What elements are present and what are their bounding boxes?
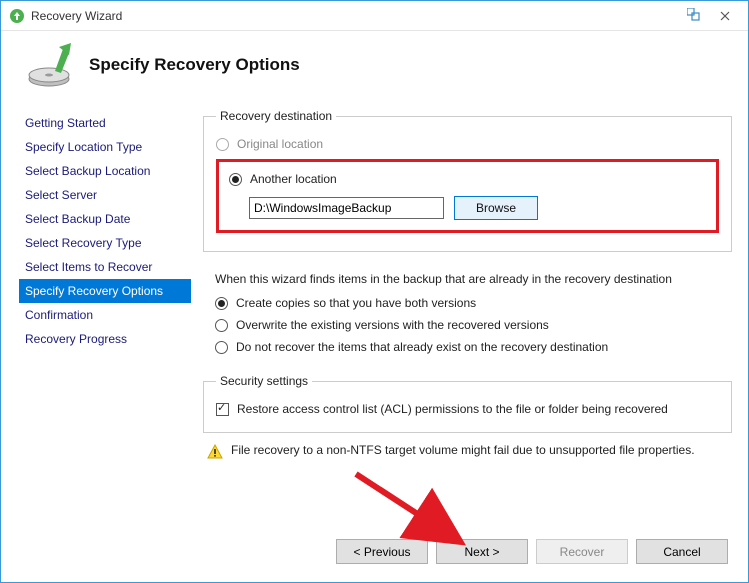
radio-label: Overwrite the existing versions with the… [236,318,549,332]
wizard-titlebar-icon [9,8,25,24]
wizard-main: Recovery destination Original location A… [191,105,732,525]
radio-icon [216,138,229,151]
another-location-highlight: Another location Browse [216,159,719,233]
checkbox-label: Restore access control list (ACL) permis… [237,402,668,416]
recovery-icon [25,41,73,89]
radio-label: Another location [250,172,337,186]
radio-icon [229,173,242,186]
titlebar: Recovery Wizard [1,1,748,31]
radio-icon [215,297,228,310]
security-settings-group: Security settings Restore access control… [203,374,732,433]
recovery-destination-group: Recovery destination Original location A… [203,109,732,252]
titlebar-title: Recovery Wizard [31,9,122,23]
sidebar-item-backup-location[interactable]: Select Backup Location [19,159,191,183]
recover-button: Recover [536,539,628,564]
sidebar-item-recovery-options[interactable]: Specify Recovery Options [19,279,191,303]
recovery-destination-legend: Recovery destination [216,109,336,123]
radio-label: Original location [237,137,323,151]
sidebar-item-recovery-type[interactable]: Select Recovery Type [19,231,191,255]
ntfs-warning: File recovery to a non-NTFS target volum… [203,443,732,460]
checkbox-icon [216,403,229,416]
next-button[interactable]: Next > [436,539,528,564]
sidebar-item-confirmation[interactable]: Confirmation [19,303,191,327]
titlebar-help-icon[interactable] [680,1,710,31]
radio-overwrite[interactable]: Overwrite the existing versions with the… [215,314,720,336]
radio-do-not-recover[interactable]: Do not recover the items that already ex… [215,336,720,358]
radio-icon [215,319,228,332]
sidebar-item-location-type[interactable]: Specify Location Type [19,135,191,159]
recovery-path-input[interactable] [249,197,444,219]
radio-label: Create copies so that you have both vers… [236,296,476,310]
sidebar-item-getting-started[interactable]: Getting Started [19,111,191,135]
sidebar-item-recovery-progress[interactable]: Recovery Progress [19,327,191,351]
conflict-heading: When this wizard finds items in the back… [215,268,720,292]
wizard-header: Specify Recovery Options [1,31,748,105]
recovery-wizard-window: Recovery Wizard Specify Recovery Options… [0,0,749,583]
sidebar-item-select-server[interactable]: Select Server [19,183,191,207]
cancel-button[interactable]: Cancel [636,539,728,564]
checkbox-restore-acl[interactable]: Restore access control list (ACL) permis… [216,398,719,420]
radio-original-location: Original location [216,133,719,155]
radio-icon [215,341,228,354]
sidebar-item-backup-date[interactable]: Select Backup Date [19,207,191,231]
close-icon[interactable] [710,1,740,31]
warning-text: File recovery to a non-NTFS target volum… [231,443,695,457]
page-title: Specify Recovery Options [89,55,300,75]
conflict-group: When this wizard finds items in the back… [203,262,732,364]
browse-button[interactable]: Browse [454,196,538,220]
warning-icon [207,444,223,460]
wizard-sidebar: Getting Started Specify Location Type Se… [17,105,191,525]
previous-button[interactable]: < Previous [336,539,428,564]
radio-create-copies[interactable]: Create copies so that you have both vers… [215,292,720,314]
radio-label: Do not recover the items that already ex… [236,340,608,354]
wizard-footer: < Previous Next > Recover Cancel [1,525,748,582]
radio-another-location[interactable]: Another location [229,168,706,190]
security-legend: Security settings [216,374,312,388]
sidebar-item-items-to-recover[interactable]: Select Items to Recover [19,255,191,279]
